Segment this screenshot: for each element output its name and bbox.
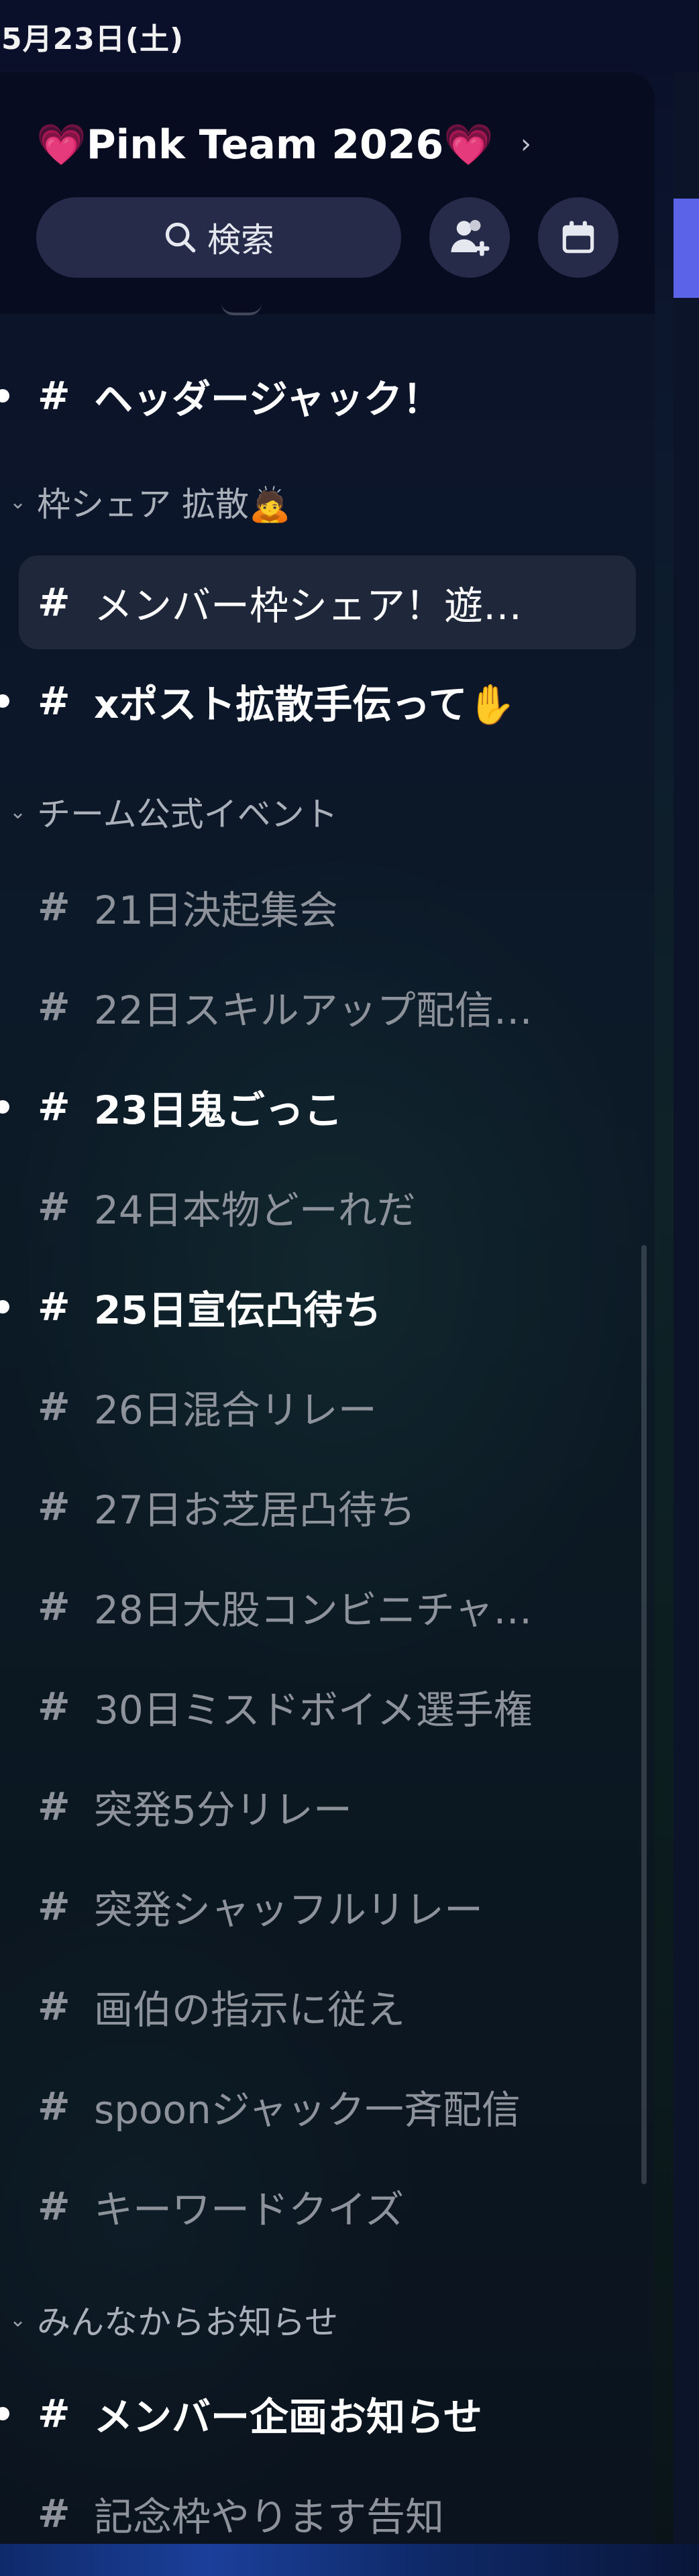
channel-item[interactable]: # 27日お芝居凸待ち: [0, 1463, 644, 1550]
hash-icon: #: [38, 1784, 70, 1829]
category-label: 枠シェア 拡散🙇: [37, 485, 291, 524]
server-title-row[interactable]: 💗Pink Team 2026💗 ›: [36, 114, 531, 174]
hash-icon: #: [38, 1884, 70, 1929]
unread-dot: [0, 1300, 9, 1313]
add-member-icon: [451, 219, 490, 256]
hash-icon: #: [38, 1584, 70, 1629]
chevron-down-icon: ⌄: [9, 490, 27, 514]
bottom-bar-fragment: [0, 2544, 699, 2576]
search-icon: [165, 222, 196, 253]
category-header[interactable]: ⌄ チーム公式イベント: [9, 785, 338, 839]
channel-item[interactable]: # 24日本物どーれだ: [0, 1163, 644, 1250]
channel-name: ヘッダージャック！: [94, 376, 441, 422]
hash-icon: #: [38, 2084, 70, 2129]
channel-item[interactable]: # 突発5分リレー: [0, 1763, 644, 1850]
channel-name: 24日本物どーれだ: [94, 1187, 416, 1233]
channel-name: キーワードクイズ: [94, 2187, 405, 2233]
channel-item[interactable]: # 21日決起集会: [0, 863, 644, 951]
channel-name: 22日スキルアップ配信…: [94, 987, 533, 1033]
channel-name: xポスト拡散手伝って✋: [94, 682, 516, 727]
channel-name: 突発シャッフルリレー: [94, 1887, 484, 1933]
hash-icon: #: [38, 884, 70, 930]
hash-icon: #: [38, 678, 70, 724]
hash-icon: #: [38, 1184, 70, 1230]
unread-dot: [0, 2407, 9, 2420]
chevron-right-icon: ›: [521, 129, 532, 160]
channel-item[interactable]: # 23日鬼ごっこ: [0, 1063, 644, 1150]
channel-name: 突発5分リレー: [94, 1787, 352, 1833]
channel-item[interactable]: # 画伯の指示に従え: [0, 1963, 644, 2050]
hash-icon: #: [38, 2391, 70, 2436]
hash-icon: #: [38, 1484, 70, 1529]
hash-icon: #: [38, 1084, 70, 1130]
category-label: みんなからお知らせ: [37, 2303, 339, 2342]
channel-name: メンバー企画お知らせ: [94, 2394, 482, 2440]
invite-members-button[interactable]: [429, 197, 510, 278]
unread-dot: [0, 1100, 9, 1114]
hash-icon: #: [38, 1684, 70, 1729]
unread-dot: [0, 389, 9, 402]
search-label: 検索: [207, 221, 274, 260]
scrolled-item-fragment: [221, 303, 262, 315]
channel-item[interactable]: # 26日混合リレー: [0, 1363, 644, 1450]
channel-item[interactable]: # 25日宣伝凸待ち: [0, 1263, 644, 1350]
channel-item[interactable]: # 30日ミスドボイメ選手権: [0, 1663, 644, 1750]
server-name: 💗Pink Team 2026💗: [36, 121, 494, 168]
unread-dot: [0, 694, 9, 708]
category-label: チーム公式イベント: [37, 795, 338, 834]
channel-name: spoonジャック一斉配信: [94, 2087, 521, 2133]
hash-icon: #: [38, 580, 70, 625]
channel-name: 画伯の指示に従え: [94, 1987, 406, 2033]
channel-name: 28日大股コンビニチャ…: [94, 1587, 533, 1633]
channel-item[interactable]: # spoonジャック一斉配信: [0, 2063, 644, 2150]
channel-name: 21日決起集会: [94, 888, 338, 933]
category-header[interactable]: ⌄ みんなからお知らせ: [9, 2293, 338, 2347]
hash-icon: #: [38, 984, 70, 1030]
channel-name: 30日ミスドボイメ選手権: [94, 1687, 533, 1733]
channel-item[interactable]: # 突発シャッフルリレー: [0, 1863, 644, 1950]
events-button[interactable]: [538, 197, 619, 278]
channel-name: メンバー枠シェア！遊…: [94, 583, 523, 629]
channel-item[interactable]: # メンバー企画お知らせ: [0, 2370, 644, 2457]
hash-icon: #: [38, 1984, 70, 2029]
hash-icon: #: [38, 2491, 70, 2536]
server-header: [0, 72, 655, 314]
channel-item[interactable]: # 22日スキルアップ配信…: [0, 963, 644, 1051]
hash-icon: #: [38, 2184, 70, 2229]
channel-name: 25日宣伝凸待ち: [94, 1287, 382, 1333]
search-button[interactable]: 検索: [36, 197, 401, 278]
chevron-down-icon: ⌄: [9, 2308, 27, 2332]
channel-name: 記念枠やります告知: [94, 2494, 445, 2540]
status-bar-date: 5月23日(土): [1, 22, 184, 56]
channel-name: 23日鬼ごっこ: [94, 1087, 343, 1133]
hash-icon: #: [38, 1284, 70, 1330]
chat-edge-accent: [674, 199, 699, 298]
channel-item[interactable]: # ヘッダージャック！: [0, 352, 644, 439]
chat-edge-strip: [674, 72, 699, 2576]
channel-item[interactable]: # キーワードクイズ: [0, 2163, 644, 2250]
chevron-down-icon: ⌄: [9, 800, 27, 824]
hash-icon: #: [38, 373, 70, 419]
channel-name: 27日お芝居凸待ち: [94, 1487, 416, 1533]
hash-icon: #: [38, 1384, 70, 1430]
channel-item[interactable]: # xポスト拡散手伝って✋: [0, 657, 644, 745]
channel-name: 26日混合リレー: [94, 1387, 377, 1433]
channel-item[interactable]: # 28日大股コンビニチャ…: [0, 1563, 644, 1650]
scrollbar[interactable]: [641, 1245, 647, 2184]
channel-item-selected[interactable]: # メンバー枠シェア！遊…: [19, 555, 636, 649]
category-header[interactable]: ⌄ 枠シェア 拡散🙇: [9, 475, 290, 529]
calendar-icon: [562, 221, 594, 254]
